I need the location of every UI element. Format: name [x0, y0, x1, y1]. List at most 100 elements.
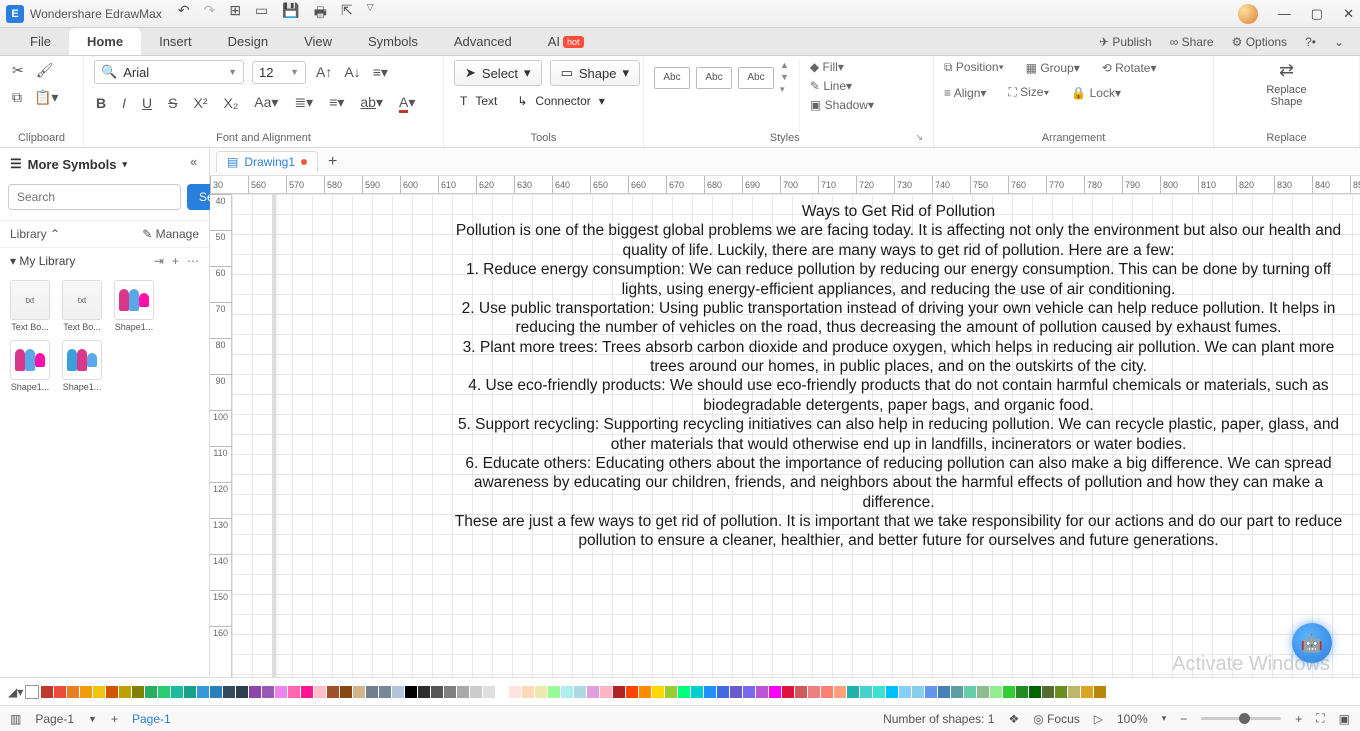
- color-swatch[interactable]: [509, 686, 521, 698]
- zoom-level[interactable]: 100%: [1117, 712, 1148, 726]
- color-swatch[interactable]: [1029, 686, 1041, 698]
- color-swatch[interactable]: [483, 686, 495, 698]
- open-icon[interactable]: ▭: [253, 0, 270, 28]
- color-swatch[interactable]: [873, 686, 885, 698]
- color-swatch[interactable]: [574, 686, 586, 698]
- share-button[interactable]: ∞ Share: [1170, 35, 1214, 49]
- color-swatch[interactable]: [899, 686, 911, 698]
- page-tab[interactable]: Page-1: [35, 712, 74, 726]
- color-swatch[interactable]: [600, 686, 612, 698]
- color-swatch[interactable]: [769, 686, 781, 698]
- lib-more-icon[interactable]: ⋯: [187, 254, 199, 268]
- more-symbols-label[interactable]: More Symbols: [28, 157, 117, 172]
- color-swatch[interactable]: [782, 686, 794, 698]
- print-icon[interactable]: 🖶: [312, 0, 329, 28]
- align-button[interactable]: ≡ Align▾: [944, 86, 986, 100]
- size-button[interactable]: ⛶ Size▾: [1008, 85, 1049, 100]
- color-swatch[interactable]: [860, 686, 872, 698]
- color-swatch[interactable]: [470, 686, 482, 698]
- color-swatch[interactable]: [704, 686, 716, 698]
- align-para-icon[interactable]: ≡▾: [371, 62, 390, 83]
- color-swatch[interactable]: [821, 686, 833, 698]
- color-swatch[interactable]: [379, 686, 391, 698]
- bullets-icon[interactable]: ≣▾: [292, 92, 315, 113]
- menu-file[interactable]: File: [12, 28, 69, 55]
- text-content-block[interactable]: Ways to Get Rid of Pollution Pollution i…: [452, 202, 1345, 551]
- help-icon[interactable]: ?•: [1305, 35, 1316, 49]
- shape-tool-button[interactable]: ▭Shape▾: [550, 60, 640, 86]
- color-swatch[interactable]: [249, 686, 261, 698]
- ribbon-collapse-icon[interactable]: ⌄: [1334, 35, 1344, 49]
- shape-item[interactable]: Shape1...: [8, 340, 52, 392]
- fill-dropper-icon[interactable]: ◢▾: [8, 685, 23, 699]
- lock-button[interactable]: 🔒 Lock▾: [1071, 86, 1121, 100]
- menu-advanced[interactable]: Advanced: [436, 28, 530, 55]
- drawing-canvas[interactable]: Ways to Get Rid of Pollution Pollution i…: [232, 194, 1360, 677]
- color-swatch[interactable]: [912, 686, 924, 698]
- user-avatar[interactable]: [1238, 4, 1258, 24]
- color-swatch[interactable]: [158, 686, 170, 698]
- color-swatch[interactable]: [977, 686, 989, 698]
- color-swatch[interactable]: [197, 686, 209, 698]
- menu-insert[interactable]: Insert: [141, 28, 210, 55]
- minimize-icon[interactable]: —: [1278, 6, 1291, 21]
- color-swatch[interactable]: [691, 686, 703, 698]
- rotate-button[interactable]: ⟲ Rotate▾: [1102, 61, 1157, 75]
- group-button[interactable]: ▦ Group▾: [1026, 61, 1080, 75]
- copy-icon[interactable]: ⧉: [10, 87, 24, 108]
- strike-icon[interactable]: S: [166, 93, 179, 113]
- menu-home[interactable]: Home: [69, 28, 141, 55]
- color-swatch[interactable]: [418, 686, 430, 698]
- manage-button[interactable]: ✎ Manage: [142, 227, 199, 241]
- style-scroll-down[interactable]: ▼: [780, 72, 789, 82]
- page-list-icon[interactable]: ▥: [10, 712, 21, 726]
- layers-icon[interactable]: ❖: [1008, 712, 1019, 726]
- zoom-in-button[interactable]: +: [1295, 712, 1302, 726]
- color-swatch[interactable]: [431, 686, 443, 698]
- cut-icon[interactable]: ✂: [10, 60, 26, 81]
- focus-button[interactable]: ◎ Focus: [1033, 712, 1080, 726]
- style-preset[interactable]: Abc: [654, 67, 690, 89]
- superscript-icon[interactable]: X²: [191, 93, 209, 113]
- shape-item[interactable]: Shape1...: [112, 280, 156, 332]
- lib-import-icon[interactable]: ⇥: [154, 254, 164, 268]
- font-color-icon[interactable]: A▾: [397, 92, 417, 113]
- color-swatch[interactable]: [808, 686, 820, 698]
- font-name-select[interactable]: 🔍Arial▼: [94, 60, 244, 84]
- color-swatch[interactable]: [535, 686, 547, 698]
- color-swatch[interactable]: [301, 686, 313, 698]
- fit-page-icon[interactable]: ⛶: [1316, 711, 1324, 726]
- publish-button[interactable]: ✈ Publish: [1099, 35, 1152, 49]
- case-icon[interactable]: Aa▾: [252, 92, 280, 113]
- color-swatch[interactable]: [951, 686, 963, 698]
- color-swatch[interactable]: [145, 686, 157, 698]
- add-tab-button[interactable]: +: [328, 153, 337, 171]
- library-dropdown[interactable]: Library ⌃: [10, 227, 60, 241]
- color-swatch[interactable]: [717, 686, 729, 698]
- color-swatch[interactable]: [1016, 686, 1028, 698]
- numbering-icon[interactable]: ≡▾: [327, 92, 346, 113]
- color-swatch[interactable]: [275, 686, 287, 698]
- color-swatch[interactable]: [223, 686, 235, 698]
- select-tool-button[interactable]: ➤Select▾: [454, 60, 542, 86]
- lib-add-icon[interactable]: +: [172, 254, 179, 268]
- shadow-button[interactable]: ▣ Shadow▾: [810, 98, 874, 112]
- color-swatch[interactable]: [548, 686, 560, 698]
- export-icon[interactable]: ⇱: [339, 0, 355, 28]
- color-swatch[interactable]: [587, 686, 599, 698]
- new-icon[interactable]: ⊞: [227, 0, 243, 28]
- color-swatch[interactable]: [613, 686, 625, 698]
- color-swatch[interactable]: [756, 686, 768, 698]
- color-swatch[interactable]: [964, 686, 976, 698]
- color-swatch[interactable]: [444, 686, 456, 698]
- color-swatch[interactable]: [834, 686, 846, 698]
- color-swatch[interactable]: [54, 686, 66, 698]
- color-swatch[interactable]: [184, 686, 196, 698]
- color-swatch[interactable]: [743, 686, 755, 698]
- fullscreen-icon[interactable]: ▣: [1339, 712, 1350, 726]
- color-swatch[interactable]: [847, 686, 859, 698]
- menu-view[interactable]: View: [286, 28, 350, 55]
- shape-item[interactable]: txtText Bo...: [60, 280, 104, 332]
- color-swatch[interactable]: [236, 686, 248, 698]
- color-swatch[interactable]: [1055, 686, 1067, 698]
